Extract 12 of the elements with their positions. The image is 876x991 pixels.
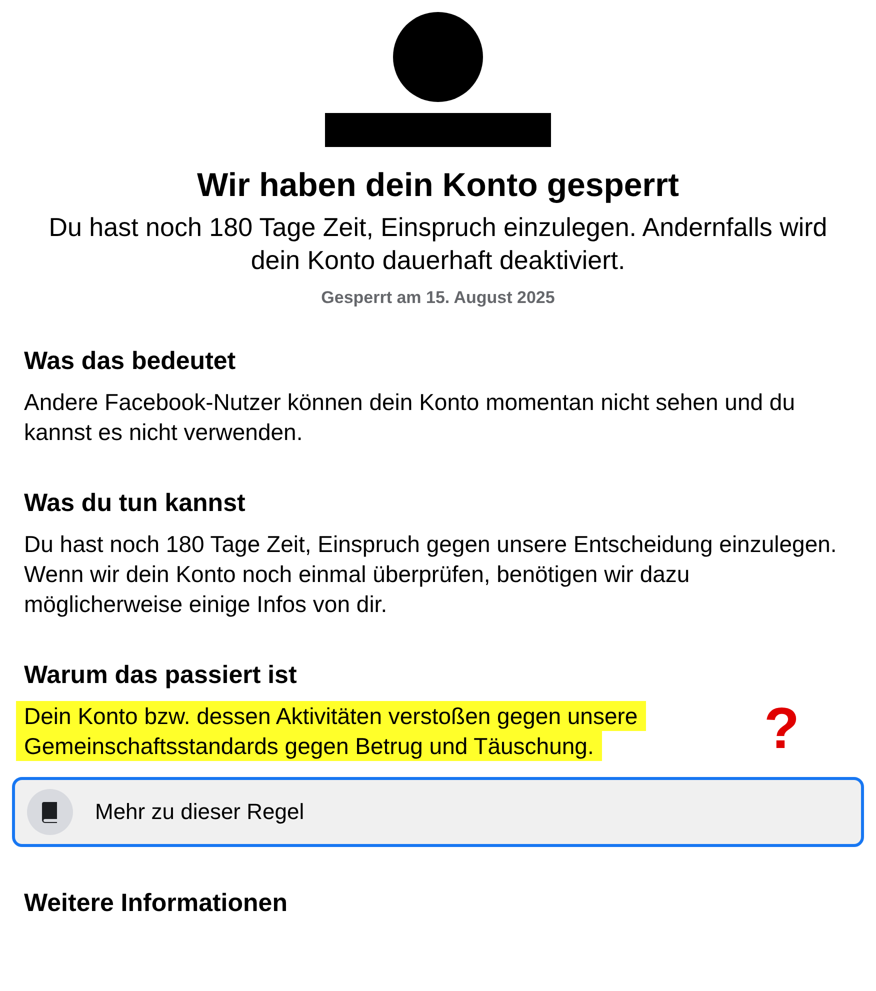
question-mark-annotation: ? (764, 698, 800, 758)
section-heading: Was du tun kannst (24, 488, 246, 518)
book-icon (27, 788, 73, 834)
rule-info-button[interactable]: Mehr zu dieser Regel (12, 776, 864, 846)
section-paragraph: Du hast noch 180 Tage Zeit, Einspruch gegen unsere Entscheidung einzulegen. Wenn wir dein Konto noch einmal überprüfen, benötigen wir dazu möglicherweise einige Infos von dir. (24, 530, 838, 618)
section-paragraph: Andere Facebook-Nutzer können dein Konto momentan nicht sehen und du kannst es nicht verwenden. (24, 388, 796, 446)
section-heading: Weitere Informationen (24, 888, 288, 918)
section-heading: Warum das passiert ist (24, 660, 298, 690)
page-title: Wir haben dein Konto gesperrt (197, 165, 679, 205)
section-heading: Was das bedeutet (24, 346, 237, 376)
suspension-date: Gesperrt am 15. August 2025 (321, 287, 555, 309)
page-subtitle: Du hast noch 180 Tage Zeit, Einspruch einzulegen. Andernfalls wird dein Konto dauerhaft deaktiviert. (48, 211, 828, 277)
